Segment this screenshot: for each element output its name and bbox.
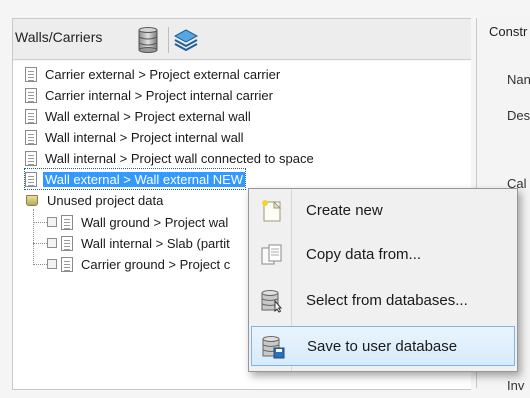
tree-item[interactable]: Carrier external > Project external carr…	[25, 64, 282, 84]
database-pointer-icon	[261, 290, 283, 313]
layers-icon[interactable]	[173, 27, 199, 53]
tree-item[interactable]: Carrier internal > Project internal carr…	[25, 85, 275, 105]
tree-child-item[interactable]: Wall ground > Project wal	[47, 212, 230, 232]
inv-label: Inv	[507, 378, 525, 393]
application-window: Walls/Carriers Carrier external > Projec…	[0, 0, 530, 398]
tree-item-label: Carrier internal > Project internal carr…	[45, 87, 273, 103]
context-menu: Create new Copy data from... Select from…	[248, 188, 518, 372]
menu-item-label: Select from databases...	[306, 292, 468, 309]
copy-icon	[261, 244, 282, 265]
tree-item-label: Wall external > Project external wall	[45, 108, 251, 124]
description-label: Des	[507, 108, 530, 123]
tree-item-selected[interactable]: Wall external > Wall external NEW	[23, 168, 247, 190]
checkbox[interactable]	[47, 259, 57, 269]
tree-group-label: Unused project data	[47, 192, 164, 208]
tree-item-label: Wall internal > Slab (partit	[81, 235, 230, 251]
tree-child-item[interactable]: Wall internal > Slab (partit	[47, 233, 232, 253]
document-icon	[25, 129, 37, 145]
menu-item-create-new[interactable]: Create new	[251, 191, 515, 231]
menu-item-select-from-databases[interactable]: Select from databases...	[251, 281, 515, 321]
tree-item-label: Wall ground > Project wal	[81, 214, 229, 230]
document-icon	[61, 235, 73, 251]
tree-item[interactable]: Wall internal > Project wall connected t…	[25, 148, 316, 168]
database-save-icon	[262, 336, 285, 359]
menu-item-label: Save to user database	[307, 338, 458, 355]
tree-child-item[interactable]: Carrier ground > Project c	[47, 254, 232, 274]
database-icon[interactable]	[138, 27, 158, 53]
tree-guide-line	[33, 264, 47, 266]
menu-item-copy-data[interactable]: Copy data from...	[251, 235, 515, 275]
toolbar-separator	[168, 27, 169, 53]
document-icon	[61, 256, 73, 272]
folder-icon	[25, 193, 39, 207]
checkbox[interactable]	[47, 238, 57, 248]
document-icon	[61, 214, 73, 230]
new-document-icon	[262, 200, 282, 222]
tree-item-label: Carrier ground > Project c	[81, 256, 231, 272]
construction-panel-title: Constr	[489, 24, 528, 39]
menu-item-save-to-user-database[interactable]: Save to user database	[251, 326, 515, 366]
name-label: Nan	[507, 72, 530, 87]
tree-item-label: Wall internal > Project internal wall	[45, 129, 244, 145]
document-icon	[25, 87, 37, 103]
checkbox[interactable]	[47, 217, 57, 227]
tree-item[interactable]: Wall internal > Project internal wall	[25, 127, 246, 147]
tree-guide-line	[33, 209, 35, 265]
tree-item-label: Wall external > Wall external NEW	[43, 171, 246, 187]
tree-item-label: Carrier external > Project external carr…	[45, 66, 281, 82]
tree-guide-line	[33, 243, 47, 245]
panel-title: Walls/Carriers	[15, 29, 103, 45]
document-icon	[25, 150, 37, 166]
document-icon	[25, 171, 37, 187]
menu-item-label: Create new	[306, 202, 383, 219]
tree-item-label: Wall internal > Project wall connected t…	[45, 150, 314, 166]
tree-guide-line	[33, 222, 47, 224]
document-icon	[25, 108, 37, 124]
menu-item-label: Copy data from...	[306, 246, 422, 263]
tree-group-unused[interactable]: Unused project data	[25, 190, 165, 210]
tree-item[interactable]: Wall external > Project external wall	[25, 106, 253, 126]
document-icon	[25, 66, 37, 82]
panel-toolbar: Walls/Carriers	[13, 19, 471, 60]
